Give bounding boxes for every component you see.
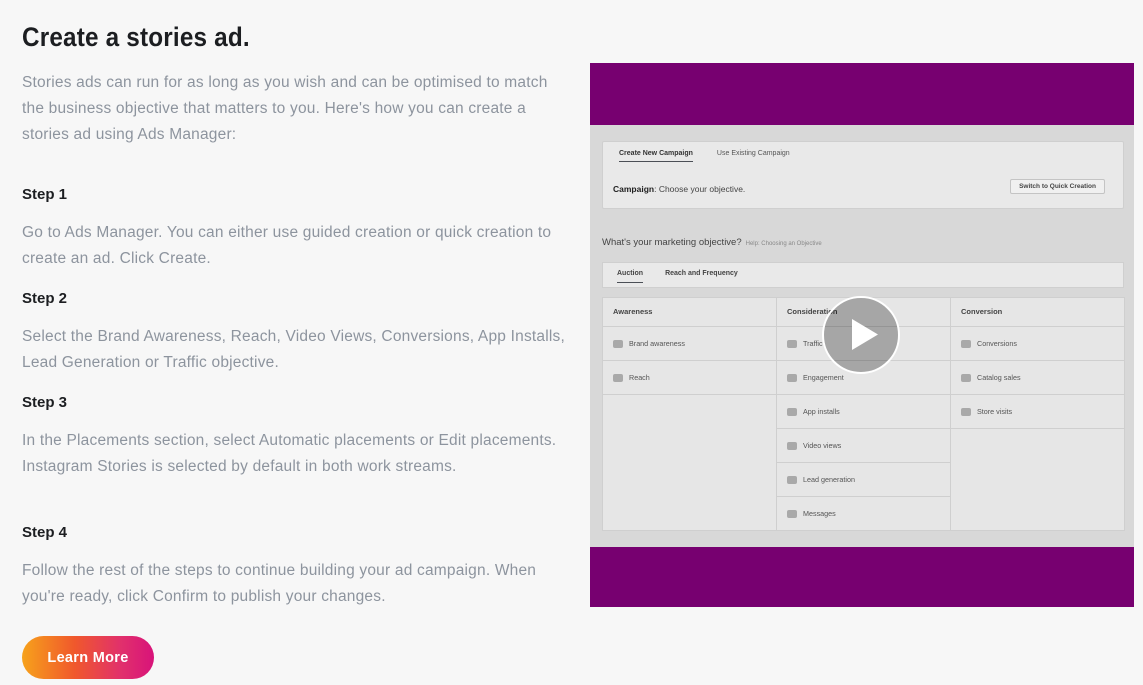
learn-more-button[interactable]: Learn More bbox=[22, 636, 154, 679]
play-icon bbox=[852, 319, 878, 350]
objective-label: Conversions bbox=[977, 339, 1017, 348]
intro-text: Stories ads can run for as long as you w… bbox=[22, 74, 548, 143]
objective-item: Lead generation bbox=[777, 463, 950, 497]
step-3-text: In the Placements section, select Automa… bbox=[22, 432, 557, 475]
tab-use-existing-campaign: Use Existing Campaign bbox=[716, 150, 790, 157]
objective-question-text: What's your marketing objective? bbox=[602, 237, 742, 248]
campaign-label: Campaign bbox=[613, 184, 655, 194]
objective-item: App installs bbox=[777, 395, 950, 429]
step-4-heading: Step 4 bbox=[22, 524, 68, 541]
cursor-icon bbox=[787, 339, 797, 348]
video-player[interactable]: Create New Campaign Use Existing Campaig… bbox=[590, 63, 1134, 607]
column-header: Conversion bbox=[951, 298, 1124, 327]
conversion-column: Conversion Conversions Catalog sales Sto… bbox=[951, 298, 1124, 530]
objective-item: Messages bbox=[777, 497, 950, 530]
step-2-text: Select the Brand Awareness, Reach, Video… bbox=[22, 328, 565, 371]
tab-auction: Auction bbox=[617, 270, 644, 283]
objective-label: Catalog sales bbox=[977, 373, 1021, 382]
objective-label: Video views bbox=[803, 441, 842, 450]
campaign-line: Campaign: Choose your objective. bbox=[613, 184, 745, 194]
switch-quick-creation-button: Switch to Quick Creation bbox=[1010, 179, 1105, 194]
objective-label: Traffic bbox=[803, 339, 823, 348]
box-icon bbox=[787, 407, 797, 416]
buying-type-tabs: Auction Reach and Frequency bbox=[602, 262, 1124, 288]
globe-icon bbox=[961, 339, 971, 348]
megaphone-icon bbox=[613, 339, 623, 348]
objective-help-link: Help: Choosing an Objective bbox=[745, 241, 822, 247]
chat-bubble-icon bbox=[787, 509, 797, 518]
step-4-text: Follow the rest of the steps to continue… bbox=[22, 562, 537, 605]
step-1-text: Go to Ads Manager. You can either use gu… bbox=[22, 224, 552, 267]
objective-item: Brand awareness bbox=[603, 327, 776, 361]
objective-label: Reach bbox=[629, 373, 650, 382]
page-title: Create a stories ad. bbox=[22, 22, 250, 52]
campaign-text: : Choose your objective. bbox=[654, 184, 746, 194]
step-1-heading: Step 1 bbox=[22, 186, 68, 203]
people-icon bbox=[787, 373, 797, 382]
reach-icon bbox=[613, 373, 623, 382]
objective-label: Store visits bbox=[977, 407, 1013, 416]
objective-item: Reach bbox=[603, 361, 776, 395]
tab-reach-frequency: Reach and Frequency bbox=[665, 270, 738, 277]
objective-label: Messages bbox=[803, 509, 836, 518]
objective-item: Video views bbox=[777, 429, 950, 463]
play-button[interactable] bbox=[822, 296, 900, 374]
store-icon bbox=[961, 407, 971, 416]
objective-label: App installs bbox=[803, 407, 840, 416]
objective-label: Lead generation bbox=[803, 475, 855, 484]
video-camera-icon bbox=[787, 441, 797, 450]
objective-item: Catalog sales bbox=[951, 361, 1124, 395]
objective-question: What's your marketing objective? Help: Ch… bbox=[602, 237, 822, 248]
column-header: Awareness bbox=[603, 298, 776, 327]
awareness-column: Awareness Brand awareness Reach bbox=[603, 298, 777, 530]
funnel-icon bbox=[787, 475, 797, 484]
objective-label: Brand awareness bbox=[629, 339, 685, 348]
step-3-heading: Step 3 bbox=[22, 394, 68, 411]
campaign-card: Create New Campaign Use Existing Campaig… bbox=[602, 141, 1124, 209]
cart-icon bbox=[961, 373, 971, 382]
step-2-heading: Step 2 bbox=[22, 290, 68, 307]
objective-item: Conversions bbox=[951, 327, 1124, 361]
objective-item: Store visits bbox=[951, 395, 1124, 429]
tab-create-new-campaign: Create New Campaign bbox=[619, 150, 693, 162]
